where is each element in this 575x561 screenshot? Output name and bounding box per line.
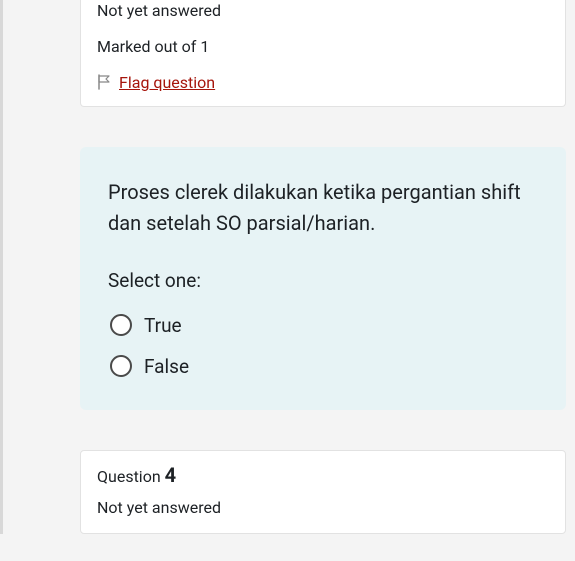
option-true-label: True — [144, 314, 182, 337]
question-number-value: 4 — [165, 463, 176, 487]
inner-column: Not yet answered Marked out of 1 Flag qu… — [41, 0, 566, 534]
question-marks: Marked out of 1 — [97, 36, 549, 58]
question-3-content-card: Proses clerek dilakukan ketika pergantia… — [80, 147, 566, 410]
flag-row: Flag question — [97, 73, 549, 92]
question-status: Not yet answered — [97, 0, 549, 22]
question-3-info-card: Not yet answered Marked out of 1 Flag qu… — [80, 0, 566, 107]
question-4-info-card: Question 4 Not yet answered — [80, 450, 566, 534]
option-false-label: False — [144, 355, 189, 378]
question-text: Proses clerek dilakukan ketika pergantia… — [108, 177, 538, 239]
question-number-label: Question — [97, 467, 165, 486]
question-status: Not yet answered — [97, 497, 549, 519]
page-wrap: Not yet answered Marked out of 1 Flag qu… — [0, 0, 575, 534]
flag-icon — [97, 74, 111, 90]
question-number-row: Question 4 — [97, 463, 549, 487]
select-one-prompt: Select one: — [108, 269, 538, 292]
radio-icon — [110, 355, 132, 377]
radio-icon — [110, 314, 132, 336]
option-true[interactable]: True — [110, 314, 538, 337]
option-false[interactable]: False — [110, 355, 538, 378]
flag-question-link[interactable]: Flag question — [119, 73, 215, 92]
